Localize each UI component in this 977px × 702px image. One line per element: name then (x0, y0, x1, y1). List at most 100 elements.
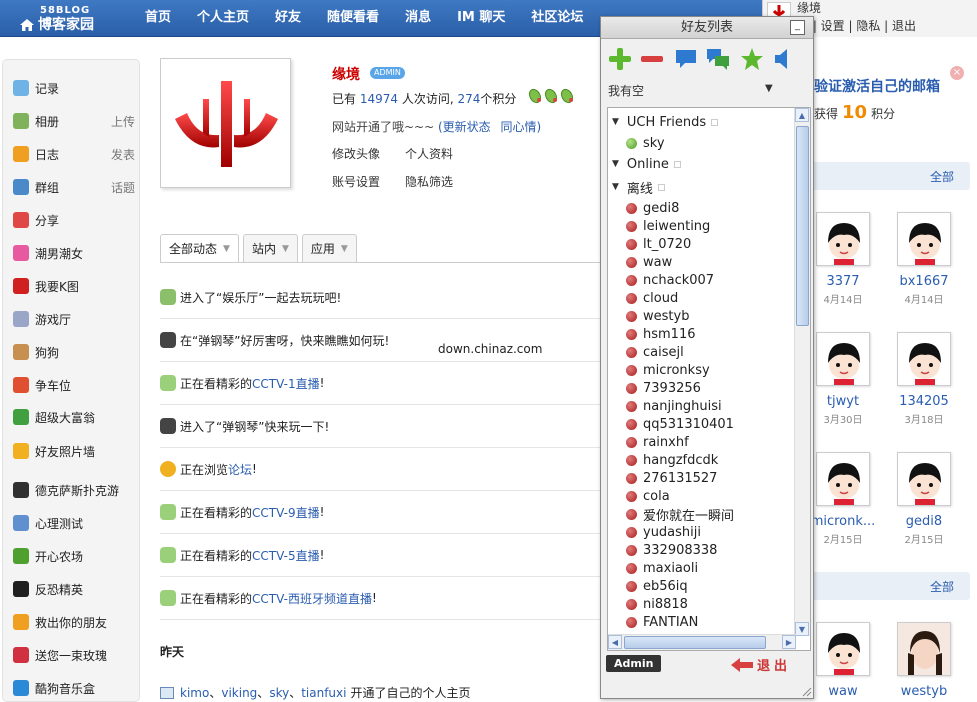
speaker-icon[interactable] (771, 46, 797, 72)
sidebar-item[interactable]: 反恐精英 (13, 579, 137, 599)
sidebar-item[interactable]: 潮男潮女 (13, 243, 137, 263)
buddy-item[interactable]: hangzfdcdk (626, 451, 718, 469)
sidebar-item-action[interactable]: 话题 (111, 179, 135, 196)
buddy-item[interactable]: FANTIAN (626, 613, 698, 631)
scroll-right-icon[interactable]: ▶ (782, 635, 796, 649)
buddy-item[interactable]: cloud (626, 289, 678, 307)
buddy-group[interactable]: ▼ Online (612, 155, 681, 173)
site-logo[interactable]: 58BLOG 博客家园 (20, 4, 94, 32)
buddy-item[interactable]: eb56iq (626, 577, 688, 595)
avatar[interactable] (897, 452, 951, 506)
edit-avatar-link[interactable]: 修改头像 (332, 145, 380, 162)
sidebar-item-action[interactable]: 上传 (111, 113, 135, 130)
sidebar-item[interactable]: 救出你的朋友 (13, 612, 137, 632)
buddy-item[interactable]: sky (626, 134, 665, 152)
close-icon[interactable]: × (950, 66, 964, 80)
avatar[interactable] (897, 622, 951, 676)
sidebar-item[interactable]: 游戏厅 (13, 309, 137, 329)
logout-button[interactable]: 退出 (731, 655, 791, 674)
user-link[interactable]: viking (221, 686, 257, 700)
buddy-group[interactable]: ▼ UCH Friends (612, 113, 719, 131)
buddy-item[interactable]: leiwenting (626, 217, 710, 235)
sidebar-item[interactable]: 日志 发表 (13, 144, 137, 164)
sidebar-item[interactable]: 心理测试 (13, 513, 137, 533)
sidebar-item-action[interactable]: 发表 (111, 146, 135, 163)
buddy-item[interactable]: yudashiji (626, 523, 701, 541)
friend-name[interactable]: gedi8 (889, 514, 959, 529)
sidebar-item[interactable]: 送您一束玫瑰 (13, 645, 137, 665)
tab-onsite[interactable]: 站内 ▼ (242, 234, 298, 262)
buddy-item[interactable]: gedi8 (626, 199, 679, 217)
feed-link[interactable]: 论坛 (228, 461, 252, 478)
admin-button[interactable]: Admin (606, 655, 662, 672)
sidebar-item[interactable]: 争车位 (13, 375, 137, 395)
notice-title[interactable]: 验证激活自己的邮箱 (814, 76, 940, 96)
vertical-scrollbar[interactable]: ▲ ▼ (794, 108, 810, 636)
buddy-item[interactable]: waw (626, 253, 672, 271)
buddy-item[interactable]: hsm116 (626, 325, 696, 343)
buddy-list-titlebar[interactable]: 好友列表 _ (601, 17, 813, 39)
user-link[interactable]: kimo (180, 686, 209, 700)
friend-name[interactable]: bx1667 (889, 274, 959, 289)
user-links[interactable]: 置 | 设置 | 隐私 | 退出 (797, 17, 916, 34)
sidebar-item[interactable]: 酷狗音乐盒 (13, 678, 137, 698)
buddy-item[interactable]: westyb (626, 307, 689, 325)
star-icon[interactable] (739, 46, 765, 72)
sidebar-item[interactable]: 记录 (13, 78, 137, 98)
collapse-triangle-icon[interactable]: ▼ (612, 117, 619, 127)
buddy-item[interactable]: maxiaoli (626, 559, 698, 577)
scroll-thumb[interactable] (624, 636, 766, 649)
remove-friend-icon[interactable] (639, 46, 665, 72)
nav-item[interactable]: 社区论坛 (518, 0, 596, 37)
nav-item[interactable]: 消息 (392, 0, 444, 37)
buddy-item[interactable]: 276131527 (626, 469, 717, 487)
sidebar-item[interactable]: 相册 上传 (13, 111, 137, 131)
view-all-link[interactable]: 全部 (930, 168, 954, 185)
feed-link[interactable]: 弹钢琴 (222, 418, 258, 435)
feed-link[interactable]: 娱乐厅 (222, 289, 258, 306)
collapse-triangle-icon[interactable]: ▼ (612, 159, 619, 169)
avatar[interactable] (897, 212, 951, 266)
friend-card[interactable]: tjwyt 3月30日 (808, 332, 878, 426)
friend-card[interactable]: gedi8 2月15日 (889, 452, 959, 546)
avatar[interactable] (897, 332, 951, 386)
profile-name[interactable]: 缘境 (332, 64, 360, 84)
collapse-triangle-icon[interactable]: ▼ (612, 182, 619, 192)
friend-card[interactable]: 134205 3月18日 (889, 332, 959, 426)
tab-apps[interactable]: 应用 ▼ (301, 234, 357, 262)
group-chat-icon[interactable] (705, 46, 731, 72)
nav-item[interactable]: 个人主页 (184, 0, 262, 37)
sidebar-item[interactable]: 好友照片墙 (13, 441, 137, 461)
buddy-item[interactable]: qq531310401 (626, 415, 734, 433)
buddy-item[interactable]: 7393256 (626, 379, 701, 397)
nav-item[interactable]: 好友 (262, 0, 314, 37)
friend-card[interactable]: bx1667 4月14日 (889, 212, 959, 306)
username[interactable]: 缘境 (797, 0, 821, 16)
friend-card[interactable]: 3377 4月14日 (808, 212, 878, 306)
buddy-item[interactable]: micronksy (626, 361, 710, 379)
status-select[interactable]: 我有空 ▼ (601, 79, 813, 101)
update-status-link[interactable]: (更新状态 (438, 120, 491, 134)
scroll-left-icon[interactable]: ◀ (608, 635, 622, 649)
buddy-item[interactable]: 332908338 (626, 541, 717, 559)
buddy-item[interactable]: nanjinghuisi (626, 397, 722, 415)
add-friend-icon[interactable] (607, 46, 633, 72)
friend-name[interactable]: micronk... (808, 514, 878, 529)
buddy-group[interactable]: ▼ 离线 (612, 178, 665, 197)
friend-name[interactable]: waw (808, 684, 878, 699)
group-checkbox[interactable] (673, 160, 681, 168)
friend-card[interactable]: micronk... 2月15日 (808, 452, 878, 546)
avatar[interactable] (816, 452, 870, 506)
feed-link[interactable]: CCTV-1直播 (252, 375, 320, 392)
feed-link[interactable]: CCTV-5直播 (252, 547, 320, 564)
feed-link[interactable]: CCTV-9直播 (252, 504, 320, 521)
friend-card[interactable]: waw (808, 622, 878, 699)
privacy-filter-link[interactable]: 隐私筛选 (405, 173, 453, 190)
buddy-item[interactable]: rainxhf (626, 433, 689, 451)
buddy-item[interactable]: cola (626, 487, 670, 505)
sidebar-item[interactable]: 狗狗 (13, 342, 137, 362)
sidebar-item[interactable]: 德克萨斯扑克游 (13, 480, 137, 500)
buddy-item[interactable]: nchack007 (626, 271, 714, 289)
scroll-up-icon[interactable]: ▲ (795, 108, 809, 122)
sidebar-item[interactable]: 开心农场 (13, 546, 137, 566)
